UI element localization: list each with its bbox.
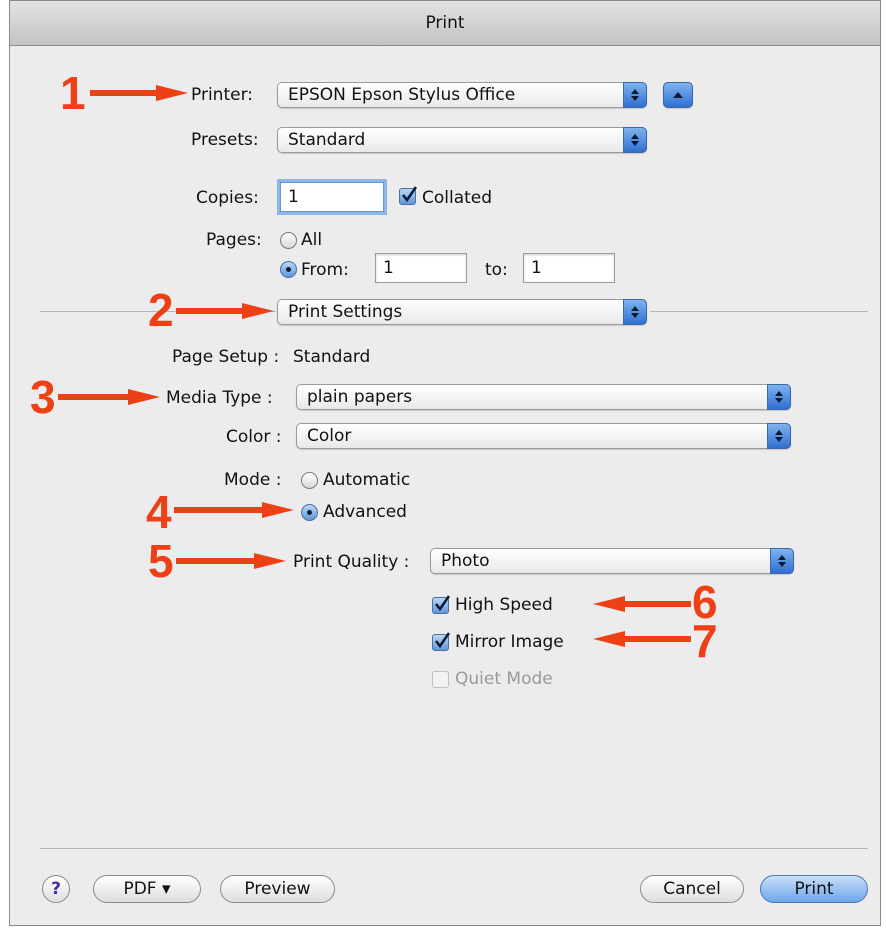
media-type-value: plain papers xyxy=(307,387,413,407)
print-quality-value: Photo xyxy=(441,551,490,571)
color-popup[interactable]: Color xyxy=(296,423,791,449)
section-popup[interactable]: Print Settings xyxy=(277,299,647,325)
copies-input[interactable]: 1 xyxy=(280,182,384,212)
callout-7: 7 xyxy=(692,615,718,667)
presets-label: Presets: xyxy=(191,130,259,150)
print-dialog: Print Printer: EPSON Epson Stylus Office… xyxy=(9,0,881,926)
callout-arrow-2 xyxy=(176,303,274,319)
footer-separator xyxy=(40,848,868,849)
pages-to-input[interactable]: 1 xyxy=(523,253,615,283)
callout-3: 3 xyxy=(30,371,56,423)
printer-disclosure-button[interactable] xyxy=(663,82,693,108)
callout-arrow-4 xyxy=(174,502,294,518)
presets-value: Standard xyxy=(288,130,366,150)
color-value: Color xyxy=(307,426,352,446)
printer-label: Printer: xyxy=(191,85,253,105)
callout-2: 2 xyxy=(148,284,174,336)
pages-to-label: to: xyxy=(485,260,508,280)
mode-automatic-radio[interactable] xyxy=(301,472,318,489)
mode-automatic-label: Automatic xyxy=(323,470,411,490)
popup-arrows-icon xyxy=(623,299,647,325)
pages-all-label: All xyxy=(301,230,323,250)
cancel-button[interactable]: Cancel xyxy=(640,875,744,903)
print-quality-label: Print Quality : xyxy=(293,552,410,572)
page-setup-label: Page Setup : xyxy=(172,347,280,367)
color-label: Color : xyxy=(226,427,282,447)
page-setup-value: Standard xyxy=(293,347,371,367)
disclosure-up-icon xyxy=(663,82,693,108)
copies-label: Copies: xyxy=(196,188,259,208)
separator-right xyxy=(650,311,868,312)
callout-1: 1 xyxy=(60,67,86,119)
mode-label: Mode : xyxy=(224,470,282,490)
popup-arrows-icon xyxy=(770,548,794,574)
print-quality-popup[interactable]: Photo xyxy=(430,548,794,574)
mode-advanced-radio[interactable] xyxy=(301,504,318,521)
popup-arrows-icon xyxy=(767,384,791,410)
high-speed-label: High Speed xyxy=(455,595,553,615)
callout-arrow-3 xyxy=(58,389,160,405)
pages-from-input[interactable]: 1 xyxy=(375,253,467,283)
callout-4: 4 xyxy=(146,486,172,538)
pages-label: Pages: xyxy=(206,230,262,250)
pages-from-radio[interactable] xyxy=(280,261,297,278)
popup-arrows-icon xyxy=(767,423,791,449)
media-type-label: Media Type : xyxy=(166,388,273,408)
printer-value: EPSON Epson Stylus Office xyxy=(288,85,516,105)
callout-5: 5 xyxy=(148,535,174,587)
mirror-image-checkbox[interactable] xyxy=(432,632,450,651)
popup-arrows-icon xyxy=(623,127,647,153)
printer-popup[interactable]: EPSON Epson Stylus Office xyxy=(277,82,647,108)
high-speed-checkbox[interactable] xyxy=(432,595,450,614)
callout-arrow-7 xyxy=(593,631,691,647)
mode-advanced-label: Advanced xyxy=(323,502,407,522)
quiet-mode-checkbox xyxy=(432,671,449,688)
collated-checkbox[interactable] xyxy=(399,186,417,205)
window-title: Print xyxy=(10,1,880,46)
section-popup-value: Print Settings xyxy=(288,302,403,322)
help-button[interactable]: ? xyxy=(42,875,70,903)
popup-arrows-icon xyxy=(623,82,647,108)
pdf-menu-button[interactable]: PDF ▾ xyxy=(93,875,201,903)
callout-arrow-6 xyxy=(593,596,691,612)
pages-all-radio[interactable] xyxy=(280,232,297,249)
presets-popup[interactable]: Standard xyxy=(277,127,647,153)
quiet-mode-label: Quiet Mode xyxy=(455,669,553,689)
collated-label: Collated xyxy=(422,188,493,208)
callout-arrow-5 xyxy=(176,553,286,569)
mirror-image-label: Mirror Image xyxy=(455,632,564,652)
preview-button[interactable]: Preview xyxy=(220,875,335,903)
callout-arrow-1 xyxy=(90,85,188,101)
pages-from-label: From: xyxy=(301,260,349,280)
media-type-popup[interactable]: plain papers xyxy=(296,384,791,410)
print-button[interactable]: Print xyxy=(760,875,868,903)
